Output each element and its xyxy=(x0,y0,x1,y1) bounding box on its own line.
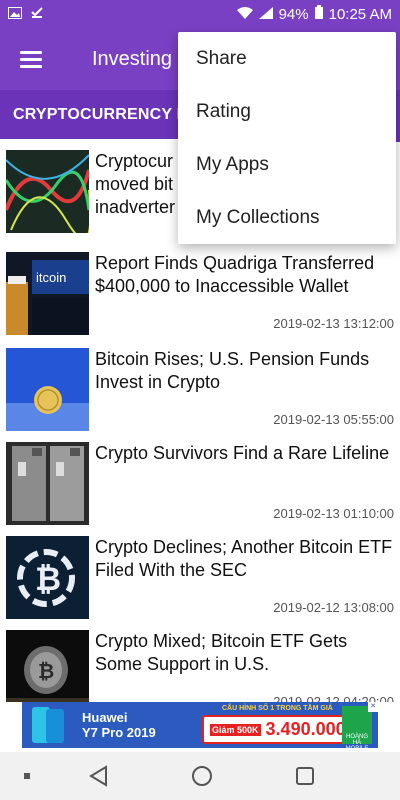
recent-dot-icon[interactable] xyxy=(22,764,32,788)
thumbnail-image xyxy=(6,348,89,431)
timestamp: 2019-02-13 01:10:00 xyxy=(273,506,394,521)
tab-cryptocurrency-news[interactable]: CRYPTOCURRENCY N xyxy=(13,106,188,124)
thumbnail-image xyxy=(6,442,89,525)
list-item[interactable]: Bitcoin Rises; U.S. Pension Funds Invest… xyxy=(0,340,400,432)
system-nav-bar xyxy=(0,752,400,800)
list-item[interactable]: ₿ Crypto Declines; Another Bitcoin ETF F… xyxy=(0,528,400,620)
list-item[interactable]: itcoin Report Finds Quadriga Transferred… xyxy=(0,244,400,336)
thumbnail-image: ₿ xyxy=(6,536,89,619)
svg-text:₿: ₿ xyxy=(35,561,61,597)
wifi-icon xyxy=(236,6,253,23)
menu-item-my-collections[interactable]: My Collections xyxy=(196,207,320,229)
headline: Crypto Survivors Find a Rare Lifeline xyxy=(95,443,390,463)
list-item[interactable]: ₿ Crypto Mixed; Bitcoin ETF Gets Some Su… xyxy=(0,622,400,702)
list-item[interactable]: Crypto Survivors Find a Rare Lifeline 20… xyxy=(0,434,400,526)
svg-text:₿: ₿ xyxy=(38,661,54,683)
ad-banner[interactable]: Huawei Y7 Pro 2019 CẤU HÌNH SỐ 1 TRONG T… xyxy=(22,702,378,748)
home-icon[interactable] xyxy=(190,764,214,788)
ad-tagline: CẤU HÌNH SỐ 1 TRONG TẦM GIÁ xyxy=(222,705,333,712)
battery-percent: 94% xyxy=(278,5,309,23)
overview-icon[interactable] xyxy=(294,764,316,788)
back-icon[interactable] xyxy=(88,764,110,788)
menu-item-my-apps[interactable]: My Apps xyxy=(196,154,269,176)
timestamp: 2019-02-12 04:20:00 xyxy=(273,694,394,702)
check-download-icon xyxy=(30,5,44,23)
signal-icon xyxy=(258,6,273,23)
timestamp: 2019-02-13 13:12:00 xyxy=(273,316,394,331)
clock: 10:25 AM xyxy=(328,5,392,23)
menu-item-rating[interactable]: Rating xyxy=(196,101,251,123)
ad-brand: Huawei Y7 Pro 2019 xyxy=(82,710,156,740)
svg-text:itcoin: itcoin xyxy=(36,270,66,285)
ad-choices-icon[interactable]: ✕ xyxy=(368,702,378,712)
hamburger-icon xyxy=(20,51,42,68)
headline: Bitcoin Rises; U.S. Pension Funds Invest… xyxy=(95,349,370,392)
thumbnail-image: ₿ xyxy=(6,630,89,702)
menu-item-share[interactable]: Share xyxy=(196,48,247,70)
timestamp: 2019-02-12 13:08:00 xyxy=(273,600,394,615)
hamburger-menu-button[interactable] xyxy=(0,28,62,90)
battery-icon xyxy=(314,5,323,23)
thumbnail-image: itcoin xyxy=(6,252,89,335)
thumbnail-image xyxy=(6,150,89,233)
app-title: Investing xyxy=(92,47,173,70)
overflow-menu: Share Rating My Apps My Collections xyxy=(178,32,396,244)
headline: Crypto Mixed; Bitcoin ETF Gets Some Supp… xyxy=(95,631,348,674)
status-bar: 94% 10:25 AM xyxy=(0,0,400,28)
phone-image xyxy=(32,707,64,743)
ad-price: Giảm 500K 3.490.000 xyxy=(202,715,354,744)
headline: Report Finds Quadriga Transferred $400,0… xyxy=(95,253,375,296)
headline: Crypto Declines; Another Bitcoin ETF Fil… xyxy=(95,537,393,580)
timestamp: 2019-02-13 05:55:00 xyxy=(273,412,394,427)
image-icon xyxy=(8,6,22,23)
